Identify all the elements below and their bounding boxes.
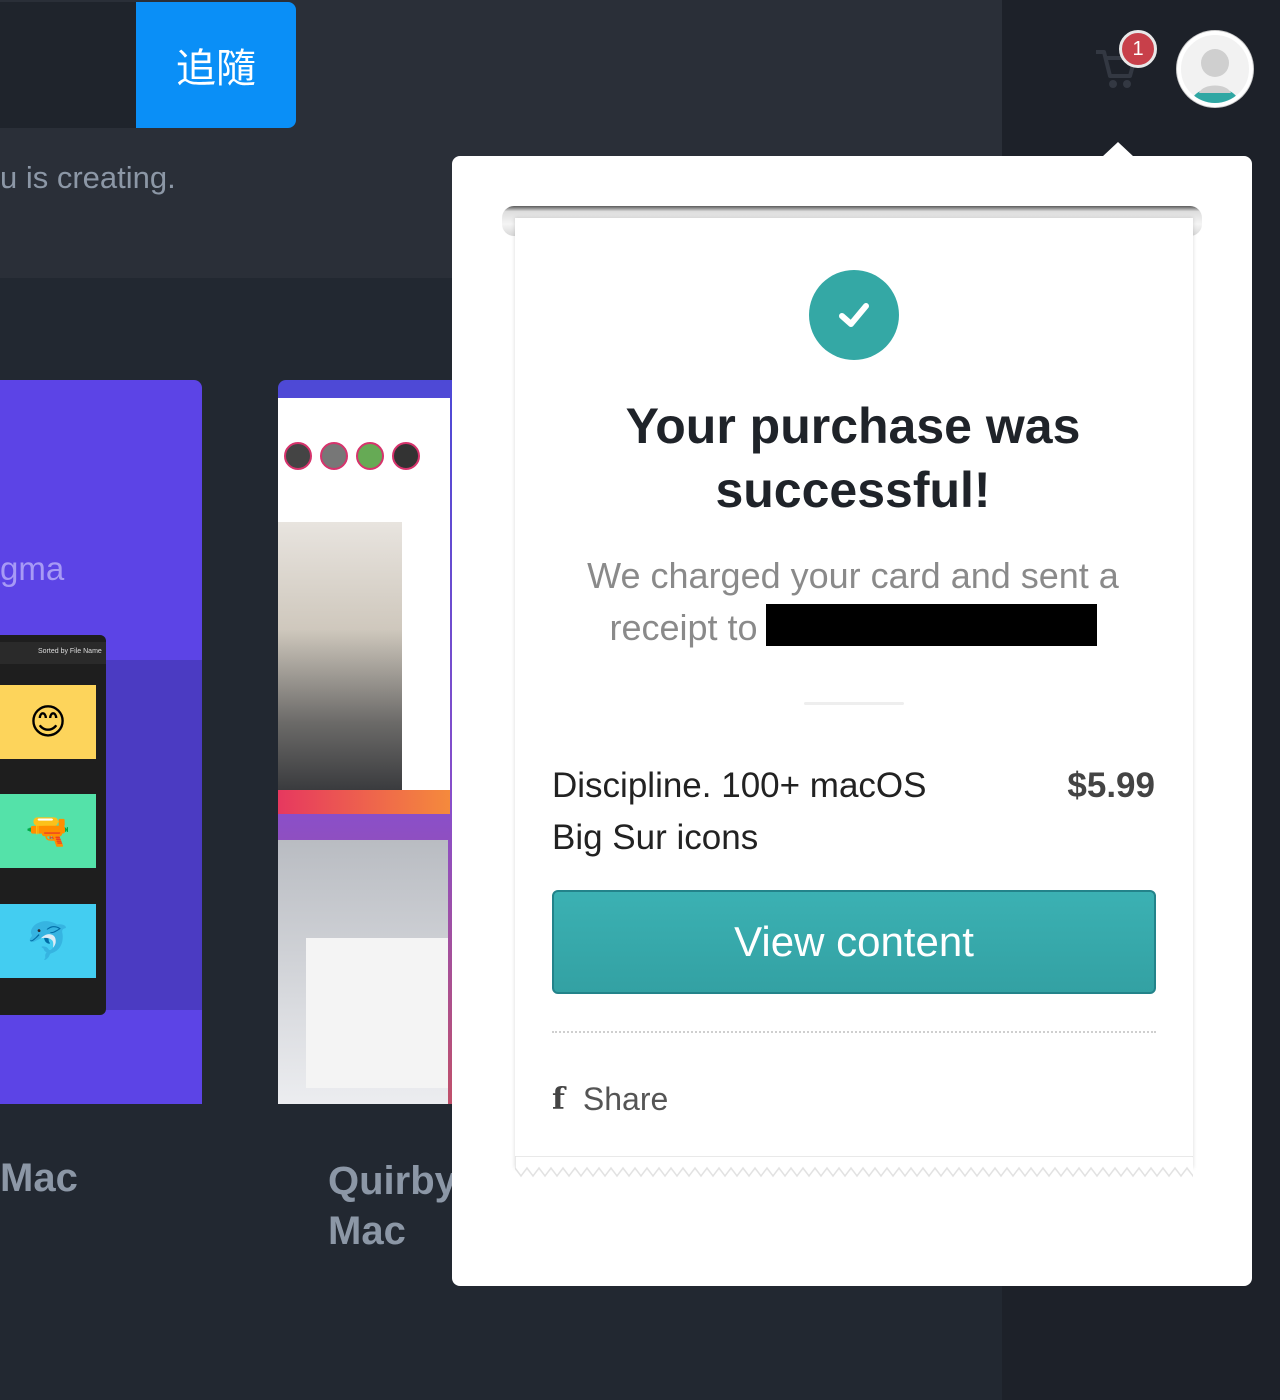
card-caption[interactable]: Quirby Mac bbox=[328, 1156, 452, 1256]
story-avatar bbox=[392, 442, 420, 470]
cart-count-badge: 1 bbox=[1119, 30, 1157, 68]
product-price: $5.99 bbox=[1067, 766, 1155, 805]
figma-panel-preview bbox=[106, 660, 202, 1010]
card-title: gma bbox=[0, 550, 65, 587]
dotted-divider bbox=[552, 1031, 1156, 1033]
emoji-tile: 😊 bbox=[0, 685, 96, 759]
success-headline: Your purchase was successful! bbox=[625, 398, 1081, 518]
receipt-torn-edge bbox=[515, 1156, 1193, 1178]
receipt-message: We charged your card and sent a receipt … bbox=[587, 555, 1119, 648]
avatar[interactable] bbox=[1177, 31, 1253, 107]
product-card-figma[interactable]: gma Sorted by File Name 😊 🔫 🐬 bbox=[0, 380, 202, 1104]
view-content-button[interactable]: View content bbox=[552, 890, 1156, 994]
window-toolbar: Sorted by File Name bbox=[0, 642, 106, 664]
facebook-icon: f bbox=[552, 1081, 565, 1117]
check-icon bbox=[809, 270, 899, 360]
follow-field[interactable] bbox=[0, 2, 136, 128]
card-caption[interactable]: Mac bbox=[0, 1156, 78, 1201]
follow-button[interactable]: 追隨 bbox=[136, 2, 296, 128]
emoji-tile: 🐬 bbox=[0, 904, 96, 978]
product-card-quirby[interactable] bbox=[278, 380, 452, 1104]
share-button[interactable]: f Share bbox=[552, 1076, 668, 1122]
story-avatar bbox=[284, 442, 312, 470]
share-label: Share bbox=[582, 1080, 669, 1117]
story-avatar bbox=[356, 442, 384, 470]
product-name: Discipline. 100+ macOS Big Sur icons bbox=[552, 766, 927, 857]
purchase-popover: Your purchase was successful! We charged… bbox=[452, 156, 1252, 1286]
popover-arrow bbox=[1102, 142, 1134, 157]
story-avatar bbox=[320, 442, 348, 470]
profile-tagline: u is creating. bbox=[0, 160, 176, 195]
instagram-tab-bar bbox=[278, 790, 450, 814]
feed-photo bbox=[278, 522, 402, 790]
receipt-paper bbox=[515, 218, 1193, 1168]
wall-photo bbox=[306, 938, 448, 1088]
divider bbox=[804, 702, 904, 705]
emoji-tile: 🔫 bbox=[0, 794, 96, 868]
redacted-email bbox=[765, 604, 1097, 646]
